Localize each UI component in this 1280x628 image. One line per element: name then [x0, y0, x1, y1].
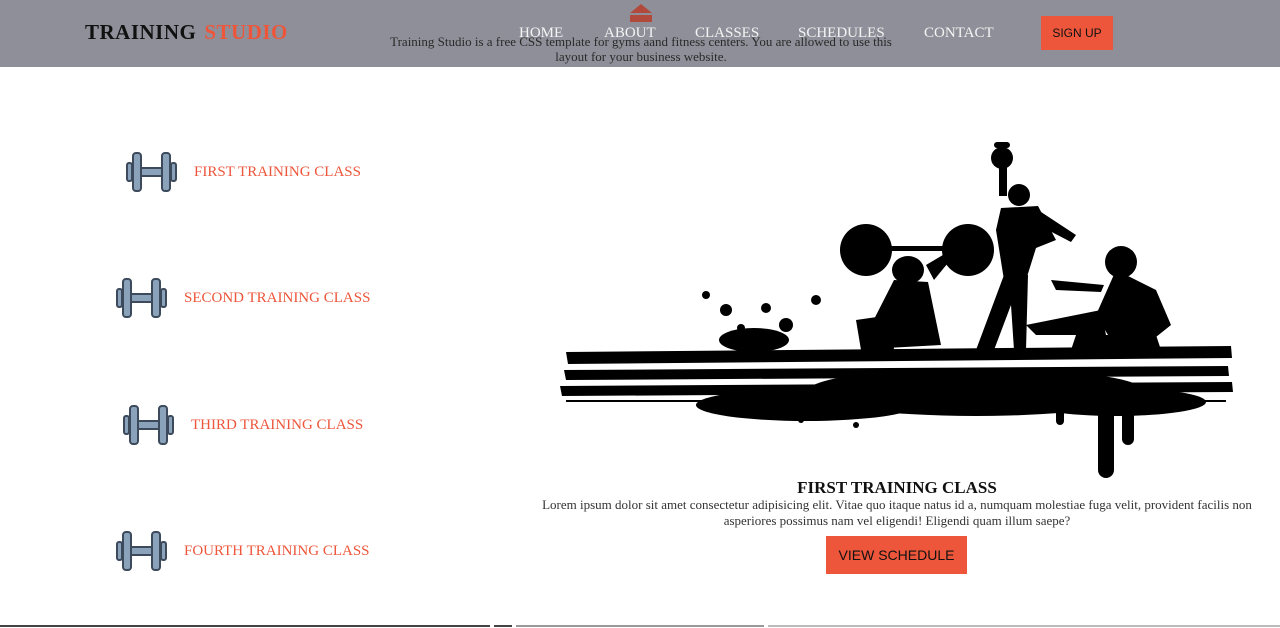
fitness-silhouette-image — [560, 142, 1233, 478]
nav-home[interactable]: HOME — [519, 25, 563, 42]
class-title: FIRST TRAINING CLASS — [797, 478, 997, 497]
nav-schedules[interactable]: SCHEDULES — [798, 25, 885, 42]
class-description: Lorem ipsum dolor sit amet consectetur a… — [542, 497, 1252, 528]
nav-classes[interactable]: CLASSES — [695, 25, 759, 42]
top-header: TRAINING STUDIO Training Studio is a free… — [0, 0, 1280, 67]
class-label: FOURTH TRAINING CLASS — [184, 542, 370, 559]
nav-about[interactable]: ABOUT — [604, 25, 656, 42]
class-label: THIRD TRAINING CLASS — [191, 416, 364, 433]
nav-contact[interactable]: CONTACT — [924, 25, 994, 42]
logo-main: TRAINING — [85, 20, 197, 44]
class-item-fourth[interactable]: FOURTH TRAINING CLASS — [115, 529, 370, 573]
view-schedule-button[interactable]: VIEW SCHEDULE — [826, 536, 967, 574]
dumbbell-icon — [123, 405, 174, 445]
class-label: FIRST TRAINING CLASS — [194, 163, 361, 180]
logo[interactable]: TRAINING STUDIO — [85, 20, 288, 45]
dumbbell-icon — [126, 152, 177, 192]
class-item-second[interactable]: SECOND TRAINING CLASS — [115, 276, 370, 320]
sign-up-button[interactable]: SIGN UP — [1041, 16, 1113, 50]
logo-accent: STUDIO — [204, 20, 288, 44]
scroll-up-icon[interactable] — [629, 3, 653, 23]
dumbbell-icon — [116, 278, 167, 318]
class-item-third[interactable]: THIRD TRAINING CLASS — [122, 403, 363, 447]
class-item-first[interactable]: FIRST TRAINING CLASS — [125, 150, 361, 194]
class-label: SECOND TRAINING CLASS — [184, 289, 371, 306]
dumbbell-icon — [116, 531, 167, 571]
